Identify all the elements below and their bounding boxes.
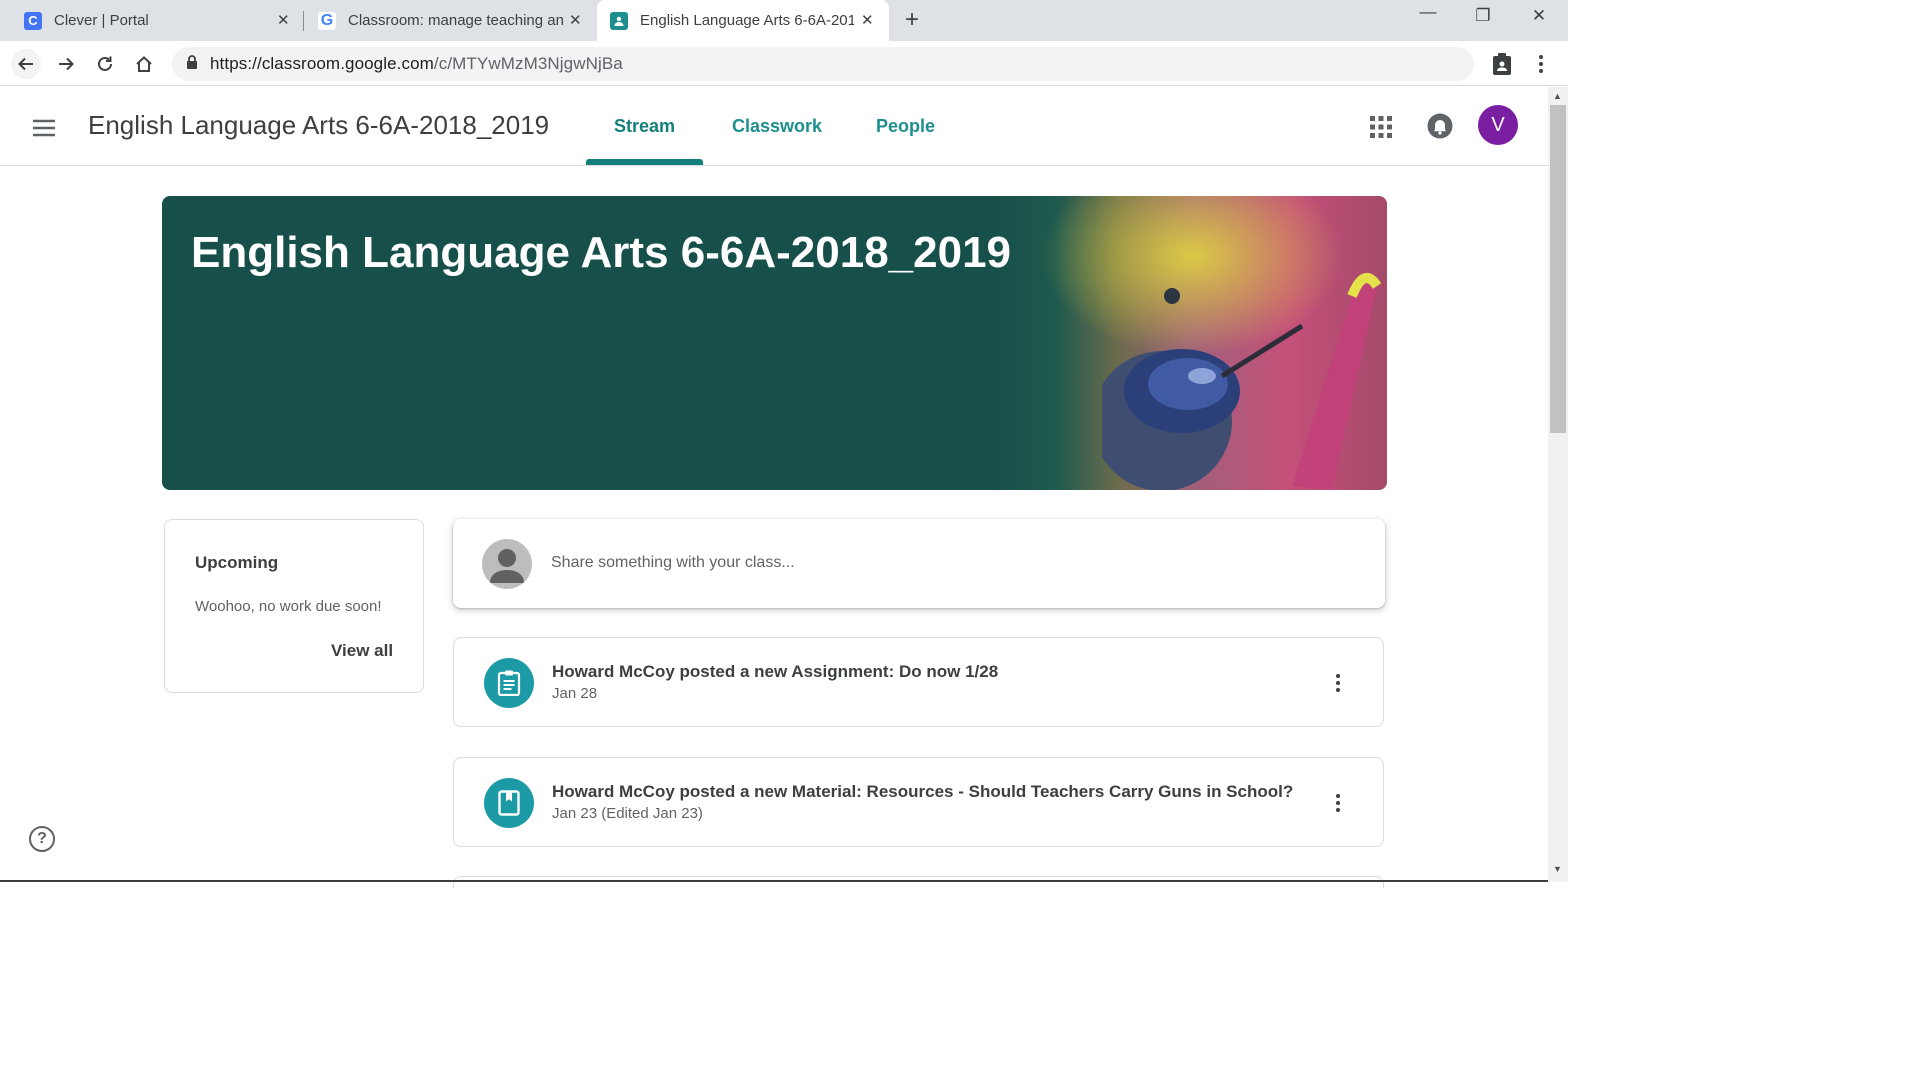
tab-title: Classroom: manage teaching and xyxy=(348,12,563,29)
assignment-icon xyxy=(484,658,534,708)
browser-toolbar: https://classroom.google.com/c/MTYwMzM3N… xyxy=(0,41,1568,86)
google-favicon-icon: G xyxy=(318,11,336,30)
lock-icon xyxy=(186,54,198,74)
classroom-header: English Language Arts 6-6A-2018_2019 Str… xyxy=(0,87,1548,166)
upcoming-empty-message: Woohoo, no work due soon! xyxy=(195,598,382,615)
share-placeholder-text[interactable]: Share something with your class... xyxy=(551,554,795,572)
main-menu-icon[interactable] xyxy=(30,114,58,142)
more-options-icon[interactable] xyxy=(1330,788,1346,818)
forward-arrow-icon[interactable] xyxy=(51,49,81,79)
url-path: /c/MTYwMzM3NjgwNjBa xyxy=(433,54,623,73)
post-title[interactable]: Howard McCoy posted a new Material: Reso… xyxy=(552,782,1293,802)
user-avatar-placeholder-icon xyxy=(482,539,532,589)
post-date: Jan 23 (Edited Jan 23) xyxy=(552,805,703,822)
post-title[interactable]: Howard McCoy posted a new Assignment: Do… xyxy=(552,662,998,682)
reload-icon[interactable] xyxy=(90,49,120,79)
material-icon xyxy=(484,778,534,828)
stream-post[interactable]: Howard McCoy posted a new Assignment: Do… xyxy=(453,637,1384,727)
tab-classwork[interactable]: Classwork xyxy=(732,116,822,137)
class-banner: English Language Arts 6-6A-2018_2019 xyxy=(162,196,1387,490)
active-tab-indicator xyxy=(586,159,703,165)
scrollbar-thumb[interactable] xyxy=(1550,105,1566,433)
home-icon[interactable] xyxy=(129,49,159,79)
more-options-icon[interactable] xyxy=(1330,668,1346,698)
url-text: https://classroom.google.com/c/MTYwMzM3N… xyxy=(210,54,623,74)
close-tab-icon[interactable]: ✕ xyxy=(277,11,290,29)
browser-menu-icon[interactable] xyxy=(1526,49,1556,79)
clipboard-extension-icon[interactable] xyxy=(1487,49,1517,79)
next-post-partial xyxy=(453,876,1384,888)
post-date: Jan 28 xyxy=(552,685,598,702)
url-host: https://classroom.google.com xyxy=(210,54,434,73)
clever-favicon-icon: C xyxy=(24,11,42,30)
scroll-down-arrow-icon[interactable]: ▼ xyxy=(1553,864,1562,874)
stream-post[interactable]: Howard McCoy posted a new Material: Reso… xyxy=(453,757,1384,847)
address-bar[interactable]: https://classroom.google.com/c/MTYwMzM3N… xyxy=(172,47,1474,81)
close-window-icon[interactable]: ✕ xyxy=(1524,6,1554,26)
page-scrollbar[interactable]: ▲ ▼ xyxy=(1548,87,1568,882)
banner-class-title[interactable]: English Language Arts 6-6A-2018_2019 xyxy=(191,228,1011,278)
window-bottom-edge xyxy=(0,880,1548,882)
fly-illustration-icon xyxy=(1102,273,1382,490)
class-title[interactable]: English Language Arts 6-6A-2018_2019 xyxy=(88,110,549,141)
help-icon[interactable]: ? xyxy=(29,826,55,852)
tab-stream[interactable]: Stream xyxy=(614,116,675,137)
tab-people[interactable]: People xyxy=(876,116,935,137)
view-all-link[interactable]: View all xyxy=(331,641,393,661)
back-arrow-icon[interactable] xyxy=(11,49,41,79)
restore-window-icon[interactable]: ❐ xyxy=(1468,6,1498,26)
tab-title: English Language Arts 6-6A-2018 xyxy=(640,12,854,29)
browser-tab-clever[interactable]: C Clever | Portal ✕ xyxy=(24,0,294,41)
close-tab-icon[interactable]: ✕ xyxy=(861,11,874,29)
tab-separator xyxy=(303,11,304,31)
avatar[interactable]: V xyxy=(1478,105,1518,145)
close-tab-icon[interactable]: ✕ xyxy=(569,11,582,29)
classroom-favicon-icon xyxy=(610,11,628,30)
new-tab-icon[interactable]: + xyxy=(905,7,919,33)
browser-tab-english-language-arts[interactable]: English Language Arts 6-6A-2018 ✕ xyxy=(597,0,889,41)
tab-title: Clever | Portal xyxy=(54,12,149,29)
minimize-window-icon[interactable]: — xyxy=(1413,2,1443,22)
upcoming-card: Upcoming Woohoo, no work due soon! View … xyxy=(164,519,424,693)
browser-tab-strip: C Clever | Portal ✕ G Classroom: manage … xyxy=(0,0,1568,41)
notifications-bell-icon[interactable] xyxy=(1427,113,1453,139)
upcoming-heading: Upcoming xyxy=(195,553,279,572)
scroll-up-arrow-icon[interactable]: ▲ xyxy=(1553,91,1562,101)
browser-tab-classroom-info[interactable]: G Classroom: manage teaching and ✕ xyxy=(318,0,588,41)
share-with-class-box[interactable]: Share something with your class... xyxy=(453,519,1385,608)
google-apps-icon[interactable] xyxy=(1369,115,1393,139)
